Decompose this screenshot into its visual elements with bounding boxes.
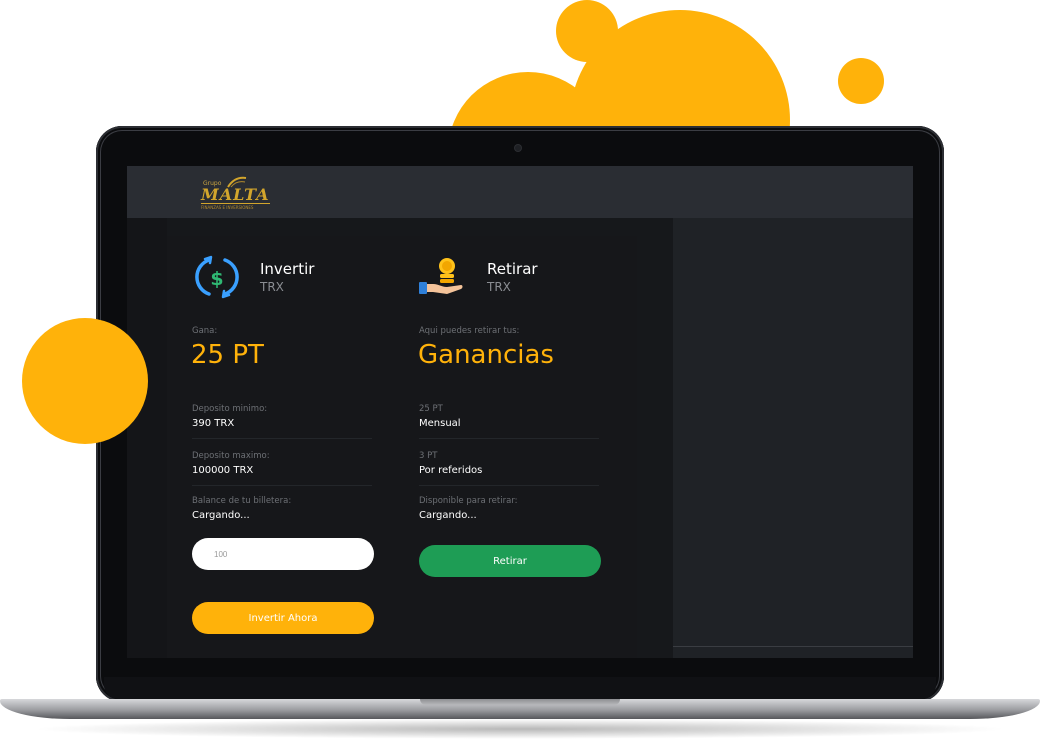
withdraw-currency: TRX [487,280,511,294]
decor-circle [22,318,148,444]
balance-label: Balance de tu billetera: [192,496,292,506]
max-deposit-value: 100000 TRX [192,465,254,476]
logo-sub-text: FINANZAS E INVERSIONES [201,205,254,210]
divider [192,485,372,486]
invest-title: Invertir [260,260,315,278]
divider [419,485,599,486]
laptop-bezel [104,677,936,699]
withdraw-button[interactable]: Retirar [419,545,601,577]
laptop-screen: Grupo MALTA FINANZAS E INVERSIONES $ Inv… [127,166,913,658]
monthly-rate-label: 25 PT [419,404,443,414]
decor-circle [838,58,884,104]
coin-hand-icon [419,258,463,294]
app-header: Grupo MALTA FINANZAS E INVERSIONES [127,166,913,218]
laptop-shadow [30,719,1010,739]
invest-now-button[interactable]: Invertir Ahora [192,602,374,634]
withdraw-button-label: Retirar [493,555,527,567]
withdraw-title: Retirar [487,260,538,278]
panel-side-stripe [127,218,167,658]
right-empty-area [673,218,913,658]
max-deposit-label: Deposito maximo: [192,451,270,461]
logo-main-text: MALTA [201,185,270,204]
divider [192,438,372,439]
referral-rate-label: 3 PT [419,451,438,461]
available-value: Cargando... [419,510,477,521]
balance-value: Cargando... [192,510,250,521]
min-deposit-label: Deposito minimo: [192,404,268,414]
svg-text:$: $ [210,268,223,290]
laptop-notch [420,699,620,705]
amount-input[interactable] [192,538,374,570]
invest-currency: TRX [260,280,284,294]
brand-logo[interactable]: Grupo MALTA FINANZAS E INVERSIONES [199,174,289,212]
min-deposit-value: 390 TRX [192,418,235,429]
earn-label: Gana: [192,326,218,336]
divider [419,438,599,439]
referral-rate-value: Por referidos [419,465,483,476]
panel-card: $ Invertir TRX Gana: 25 PT Deposito mini… [167,236,637,658]
monthly-rate-value: Mensual [419,418,461,429]
invest-now-label: Invertir Ahora [248,612,318,624]
divider [673,646,913,647]
main-panel: $ Invertir TRX Gana: 25 PT Deposito mini… [127,218,673,658]
withdraw-intro-value: Ganancias [418,340,554,370]
withdraw-intro-label: Aqui puedes retirar tus: [419,326,520,336]
decor-circle [556,0,618,62]
earn-value: 25 PT [191,340,264,370]
camera-icon [515,145,521,151]
available-label: Disponible para retirar: [419,496,518,506]
dollar-exchange-icon: $ [195,255,239,299]
